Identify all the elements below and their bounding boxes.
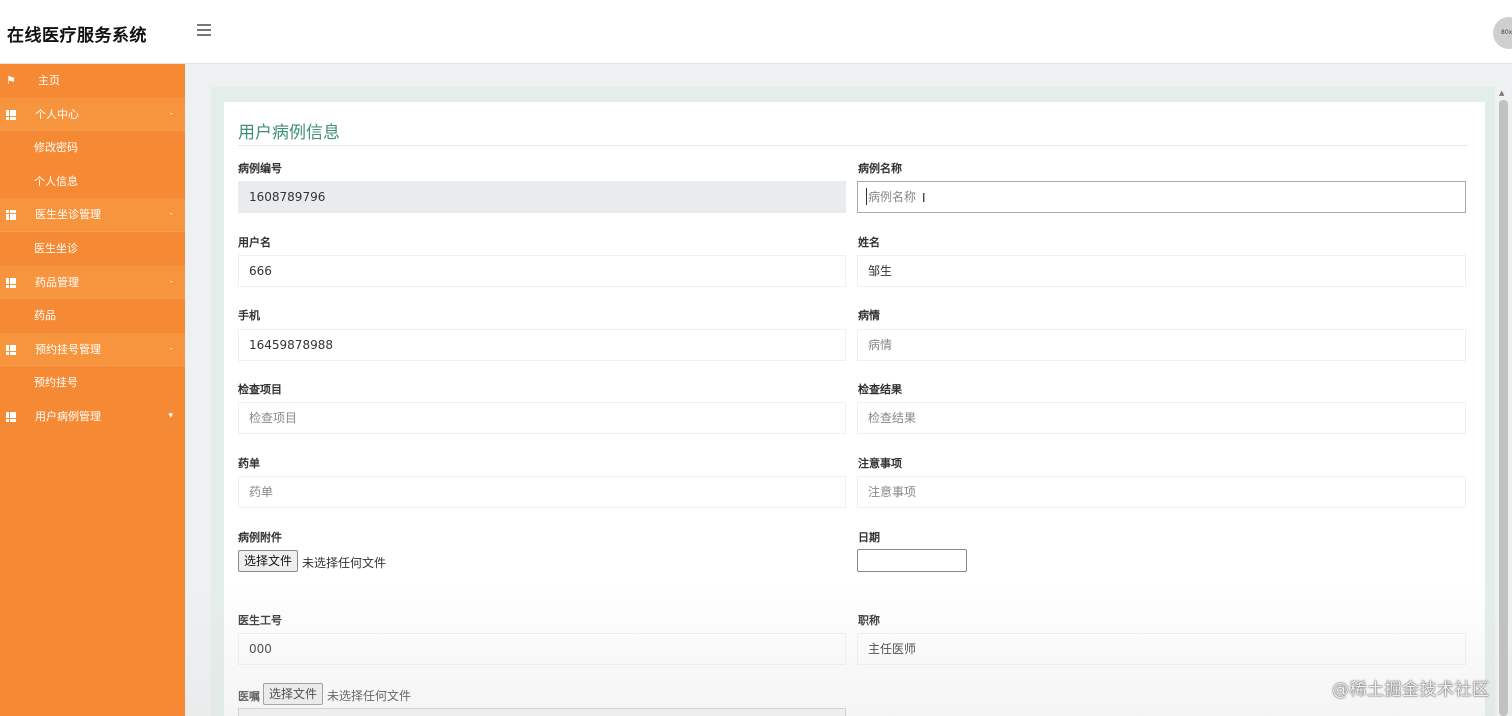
case-no-input[interactable]: 1608789796: [238, 181, 846, 213]
exam-items-input[interactable]: 检查项目: [238, 402, 846, 434]
collapse-icon: -: [169, 276, 173, 287]
grid-icon: [6, 400, 18, 435]
sidebar-item-label: 药品: [34, 309, 56, 323]
sidebar-item-label: 医生坐诊管理: [35, 208, 101, 222]
sidebar-item-label: 医生坐诊: [34, 241, 78, 255]
avatar[interactable]: 80x: [1493, 17, 1512, 49]
prescription-input[interactable]: 药单: [238, 476, 846, 508]
collapse-icon: -: [169, 209, 173, 220]
flag-icon: ⚑: [6, 74, 16, 87]
case-no-label: 病例编号: [238, 162, 282, 175]
sidebar-item-appointment-mgmt[interactable]: 预约挂号管理 -: [0, 332, 185, 368]
sidebar-item-label: 主页: [38, 74, 60, 87]
title-rank-input[interactable]: 主任医师: [857, 633, 1466, 665]
sidebar-item-label: 药品管理: [35, 275, 79, 289]
condition-input[interactable]: 病情: [857, 329, 1466, 361]
date-label: 日期: [858, 531, 880, 544]
choose-file-button[interactable]: 选择文件: [238, 550, 299, 572]
sidebar-item-label: 用户病例管理: [35, 409, 101, 423]
username-input[interactable]: 666: [238, 255, 846, 287]
notes-label: 注意事项: [858, 457, 902, 470]
page-title: 用户病例信息: [238, 123, 340, 143]
ibeam-cursor-icon: I: [922, 191, 926, 205]
collapse-icon: -: [169, 108, 173, 119]
watermark: @稀土掘金技术社区: [1332, 680, 1490, 700]
condition-label: 病情: [858, 309, 880, 322]
hamburger-icon[interactable]: [197, 24, 215, 40]
title-rank-label: 职称: [858, 614, 880, 627]
name-input[interactable]: 邹生: [857, 255, 1466, 287]
text-cursor: [866, 188, 867, 205]
username-label: 用户名: [238, 236, 271, 249]
prescription-label: 药单: [238, 457, 260, 470]
doctor-id-input[interactable]: 000: [238, 633, 846, 665]
grid-icon: [6, 198, 18, 233]
attachment-label: 病例附件: [238, 531, 282, 544]
sidebar-item-personal-info[interactable]: 个人信息: [0, 164, 185, 199]
top-header: 在线医疗服务系统 80x: [0, 0, 1512, 64]
rich-text-editor-toolbar[interactable]: [238, 708, 846, 716]
sidebar-item-appointment[interactable]: 预约挂号: [0, 366, 185, 400]
exam-results-input[interactable]: 检查结果: [857, 402, 1466, 434]
sidebar-item-label: 预约挂号: [34, 376, 78, 390]
scrollbar-thumb[interactable]: [1499, 100, 1508, 716]
advice-choose-file-button[interactable]: 选择文件: [263, 683, 324, 705]
case-name-label: 病例名称: [858, 162, 902, 175]
exam-results-label: 检查结果: [858, 383, 902, 396]
sidebar-item-label: 个人信息: [34, 174, 78, 188]
sidebar-item-home[interactable]: ⚑ 主页: [0, 64, 185, 98]
phone-input[interactable]: 16459878988: [238, 329, 846, 361]
doctor-id-label: 医生工号: [238, 614, 282, 627]
notes-input[interactable]: 注意事项: [857, 476, 1466, 508]
sidebar: ⚑ 主页 个人中心 - 修改密码 个人信息 医生坐诊管理 - 医生坐诊 药品管理…: [0, 64, 185, 716]
advice-label: 医嘱: [238, 690, 260, 703]
sidebar-item-label: 个人中心: [35, 107, 79, 121]
grid-icon: [6, 266, 18, 301]
phone-label: 手机: [238, 309, 260, 322]
sidebar-item-medicine-mgmt[interactable]: 药品管理 -: [0, 265, 185, 301]
sidebar-item-label: 修改密码: [34, 141, 78, 155]
scroll-up-icon[interactable]: ▲: [1499, 89, 1504, 97]
divider: [238, 145, 1468, 146]
file-status: 未选择任何文件: [302, 556, 387, 570]
sidebar-item-doctor-schedule-mgmt[interactable]: 医生坐诊管理 -: [0, 198, 185, 232]
chevron-down-icon: ▾: [168, 410, 173, 421]
case-name-input[interactable]: 病例名称: [857, 181, 1466, 213]
sidebar-item-change-password[interactable]: 修改密码: [0, 131, 185, 165]
sidebar-item-user-case-mgmt[interactable]: 用户病例管理 ▾: [0, 399, 185, 435]
date-input[interactable]: [857, 549, 967, 572]
sidebar-item-personal-center[interactable]: 个人中心 -: [0, 97, 185, 133]
sidebar-item-label: 预约挂号管理: [35, 342, 101, 356]
exam-items-label: 检查项目: [238, 383, 282, 396]
collapse-icon: -: [169, 343, 173, 354]
advice-file-status: 未选择任何文件: [327, 689, 412, 703]
app-title: 在线医疗服务系统: [7, 26, 147, 46]
grid-icon: [6, 333, 18, 368]
sidebar-item-medicine[interactable]: 药品: [0, 299, 185, 333]
grid-icon: [6, 98, 18, 133]
name-label: 姓名: [858, 236, 880, 249]
sidebar-item-doctor-schedule[interactable]: 医生坐诊: [0, 231, 185, 266]
